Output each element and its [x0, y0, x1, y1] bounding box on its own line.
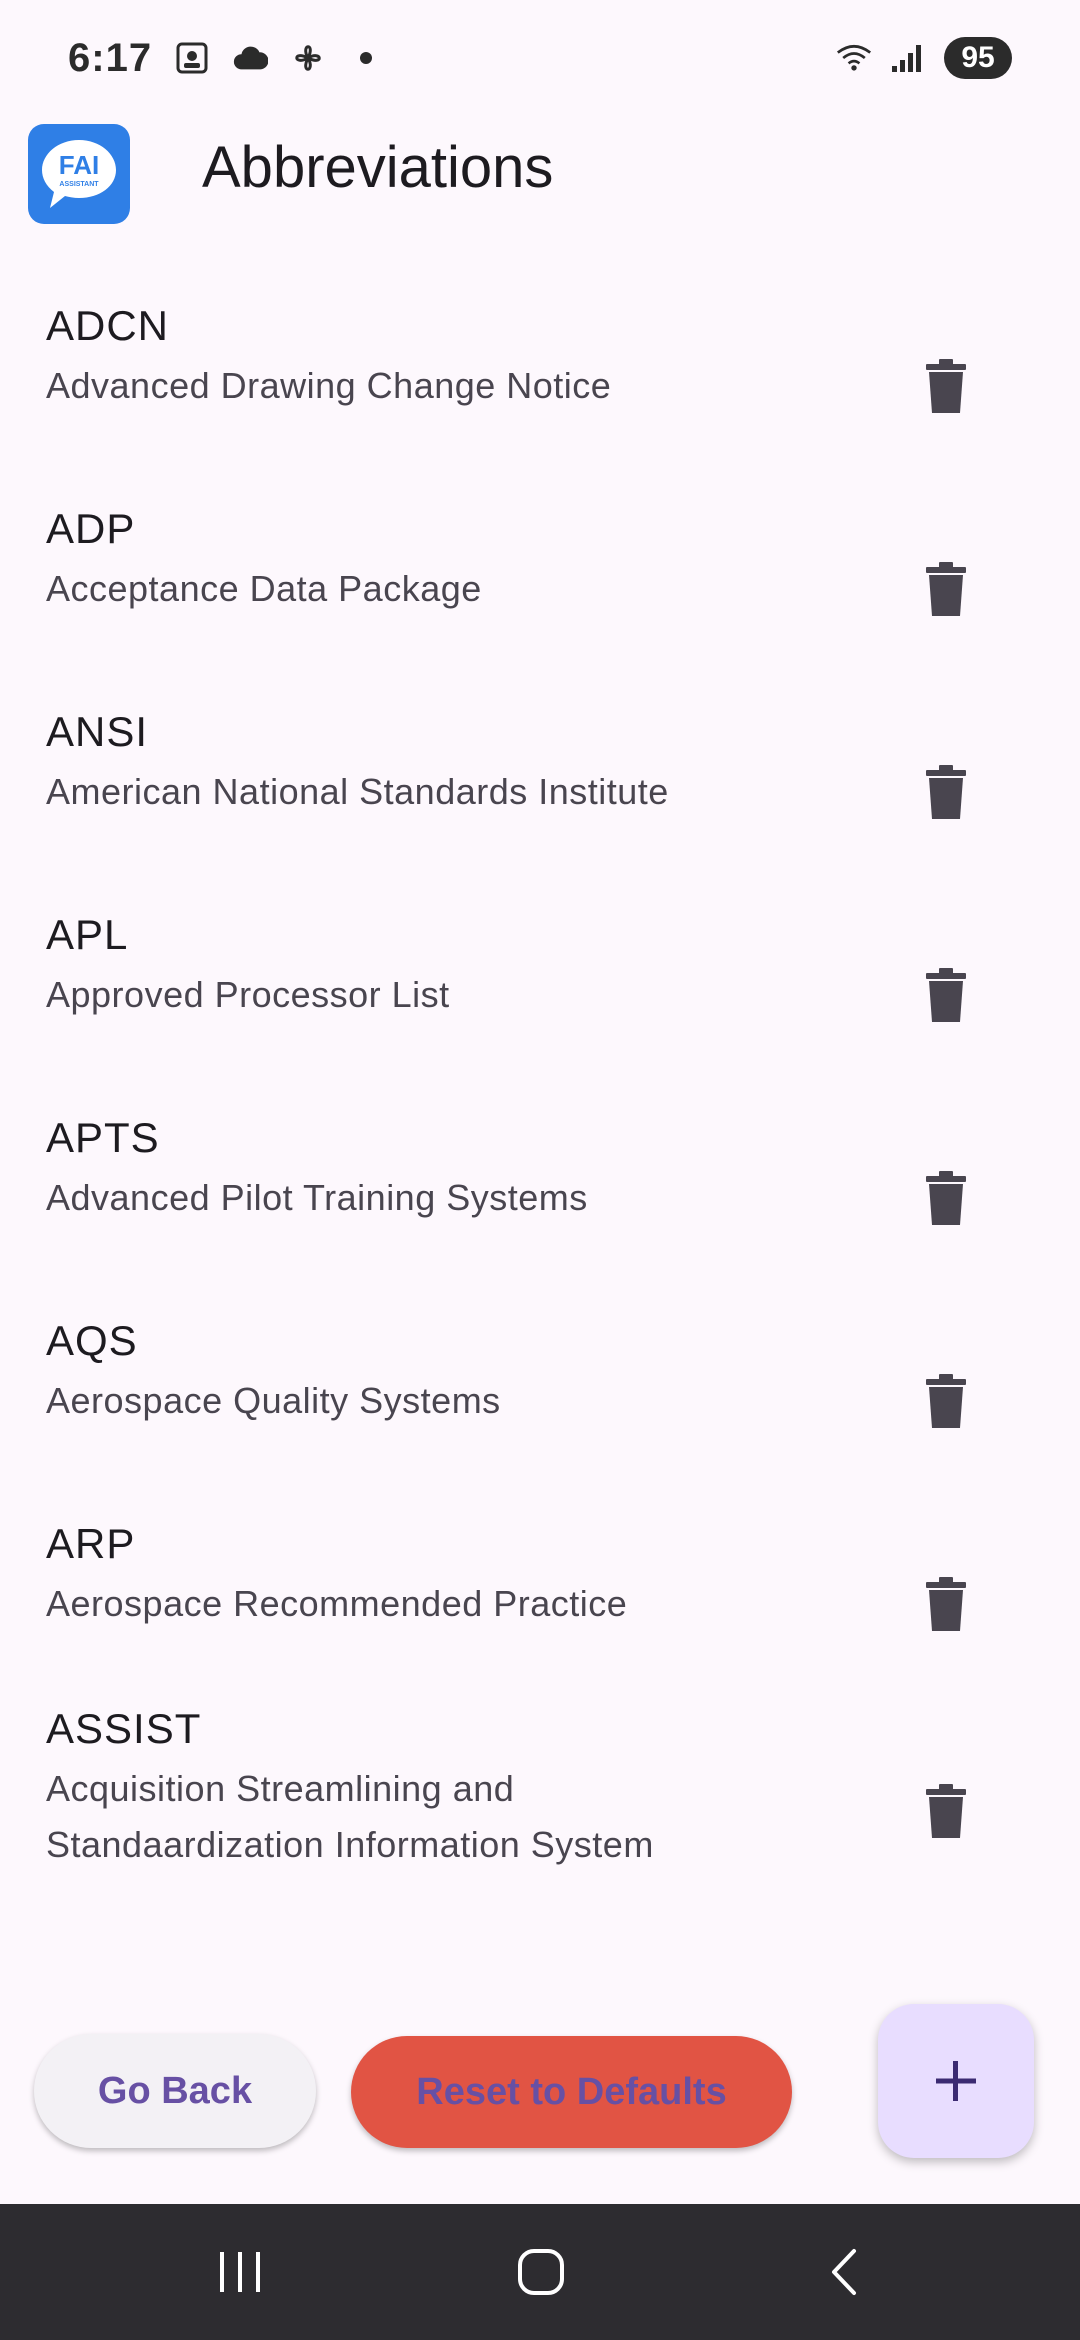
recent-apps-button[interactable] [210, 2242, 270, 2302]
abbreviation-title: AQS [46, 1317, 138, 1364]
add-abbreviation-button[interactable] [878, 2004, 1034, 2158]
plus-icon [936, 2061, 976, 2101]
logo-subtext: ASSISTANT [59, 181, 99, 188]
delete-button[interactable] [910, 1162, 982, 1234]
abbreviation-meaning: Acceptance Data Package [46, 568, 482, 609]
abbreviation-title: ASSIST [46, 1705, 202, 1752]
signal-icon [890, 40, 926, 76]
list-item[interactable]: ANSI American National Standards Institu… [0, 706, 1080, 909]
dot-icon [348, 40, 384, 76]
delete-button[interactable] [910, 756, 982, 828]
item-text: ANSI American National Standards Institu… [46, 706, 866, 820]
abbreviation-meaning: Aerospace Recommended Practice [46, 1583, 628, 1624]
abbreviation-title: APL [46, 911, 129, 958]
item-text: AQS Aerospace Quality Systems [46, 1315, 866, 1429]
list-item[interactable]: ARP Aerospace Recommended Practice [0, 1518, 1080, 1703]
trash-icon [926, 1171, 966, 1225]
abbreviation-list: ADCN Advanced Drawing Change Notice ADP … [0, 300, 1080, 1923]
trash-icon [926, 1577, 966, 1631]
abbreviation-meaning: Advanced Pilot Training Systems [46, 1177, 588, 1218]
delete-button[interactable] [910, 1365, 982, 1437]
item-text: ASSIST Acquisition Streamlining and Stan… [46, 1703, 866, 1873]
logo-text: FAI [59, 150, 99, 180]
status-right: 95 [836, 37, 1012, 79]
trash-icon [926, 359, 966, 413]
back-button[interactable] [814, 2242, 874, 2302]
trash-icon [926, 1784, 966, 1838]
item-text: APL Approved Processor List [46, 909, 866, 1023]
abbreviation-meaning: American National Standards Institute [46, 771, 669, 812]
abbreviation-title: ANSI [46, 708, 149, 755]
abbreviation-meaning: Aerospace Quality Systems [46, 1380, 501, 1421]
cloud-icon [232, 40, 269, 76]
list-item[interactable]: APTS Advanced Pilot Training Systems [0, 1112, 1080, 1315]
status-time: 6:17 [68, 35, 153, 80]
abbreviation-title: ADCN [46, 302, 170, 349]
abbreviation-title: APTS [46, 1114, 160, 1161]
abbreviation-meaning: Approved Processor List [46, 974, 450, 1015]
abbreviation-meaning: Advanced Drawing Change Notice [46, 365, 612, 406]
reset-to-defaults-button[interactable]: Reset to Defaults [351, 2036, 792, 2148]
list-item[interactable]: ASSIST Acquisition Streamlining and Stan… [0, 1703, 1080, 1923]
delete-button[interactable] [910, 1775, 982, 1847]
trash-icon [926, 968, 966, 1022]
trash-icon [926, 562, 966, 616]
abbreviation-meaning: Acquisition Streamlining and Standaardiz… [46, 1768, 654, 1865]
item-text: ADCN Advanced Drawing Change Notice [46, 300, 866, 414]
item-text: ARP Aerospace Recommended Practice [46, 1518, 866, 1632]
battery-indicator: 95 [944, 37, 1012, 79]
go-back-button[interactable]: Go Back [34, 2034, 316, 2148]
delete-button[interactable] [910, 959, 982, 1031]
wifi-icon [836, 40, 872, 76]
home-icon [518, 2249, 564, 2295]
list-item[interactable]: ADP Acceptance Data Package [0, 503, 1080, 706]
list-item[interactable]: AQS Aerospace Quality Systems [0, 1315, 1080, 1518]
trash-icon [926, 765, 966, 819]
screenshot-icon [174, 40, 210, 76]
delete-button[interactable] [910, 350, 982, 422]
delete-button[interactable] [910, 553, 982, 625]
recent-apps-icon [220, 2252, 260, 2292]
status-bar: 6:17 95 [0, 0, 1080, 116]
abbreviation-title: ARP [46, 1520, 136, 1567]
back-icon [832, 2249, 856, 2295]
app-bar: FAI ASSISTANT Abbreviations [0, 116, 1080, 226]
status-left: 6:17 [68, 36, 384, 81]
list-item[interactable]: APL Approved Processor List [0, 909, 1080, 1112]
page-title: Abbreviations [202, 135, 554, 200]
fan-icon [290, 40, 326, 76]
item-text: APTS Advanced Pilot Training Systems [46, 1112, 866, 1226]
delete-button[interactable] [910, 1568, 982, 1640]
trash-icon [926, 1374, 966, 1428]
app-logo: FAI ASSISTANT [28, 124, 130, 224]
system-nav-bar [0, 2204, 1080, 2340]
home-button[interactable] [511, 2242, 571, 2302]
abbreviation-title: ADP [46, 505, 136, 552]
item-text: ADP Acceptance Data Package [46, 503, 866, 617]
list-item[interactable]: ADCN Advanced Drawing Change Notice [0, 300, 1080, 503]
